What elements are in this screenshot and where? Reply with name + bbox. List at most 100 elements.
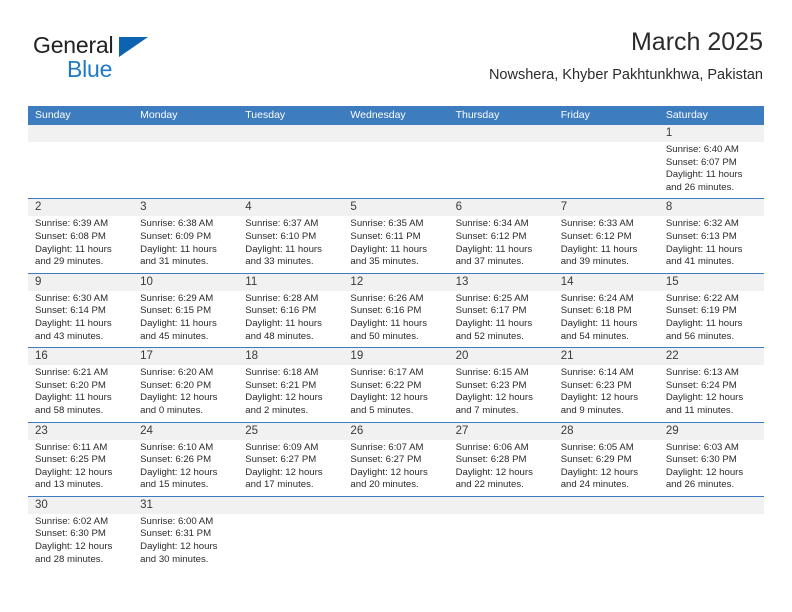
calendar-week-row: 16 17 18 19 20 21 22 Sunrise: 6:21 AM Su…	[28, 348, 764, 423]
day-cell[interactable]	[133, 142, 238, 198]
daylight-text-line2: and 29 minutes.	[35, 256, 104, 268]
sunrise-text: Sunrise: 6:37 AM	[245, 218, 319, 230]
day-cell[interactable]	[449, 514, 554, 574]
day-number: 28	[560, 424, 574, 437]
daylight-text-line1: Daylight: 11 hours	[140, 243, 217, 255]
day-cell[interactable]: Sunrise: 6:30 AM Sunset: 6:14 PM Dayligh…	[28, 291, 133, 347]
day-cell[interactable]: Sunrise: 6:09 AM Sunset: 6:27 PM Dayligh…	[238, 440, 343, 496]
daylight-text-line1: Daylight: 12 hours	[245, 466, 323, 478]
daylight-text-line2: and 50 minutes.	[350, 330, 419, 342]
day-cell[interactable]	[28, 142, 133, 198]
day-number: 8	[665, 201, 673, 214]
day-cell[interactable]: Sunrise: 6:15 AM Sunset: 6:23 PM Dayligh…	[449, 365, 554, 421]
day-cell[interactable]: Sunrise: 6:02 AM Sunset: 6:30 PM Dayligh…	[28, 514, 133, 574]
sunset-text: Sunset: 6:29 PM	[560, 454, 632, 466]
daylight-text-line1: Daylight: 11 hours	[245, 317, 322, 329]
sunset-text: Sunset: 6:26 PM	[140, 454, 212, 466]
day-cell[interactable]: Sunrise: 6:14 AM Sunset: 6:23 PM Dayligh…	[554, 365, 659, 421]
day-cell[interactable]: Sunrise: 6:26 AM Sunset: 6:16 PM Dayligh…	[343, 291, 448, 347]
day-cell[interactable]	[343, 514, 448, 574]
day-cell[interactable]: Sunrise: 6:32 AM Sunset: 6:13 PM Dayligh…	[659, 216, 764, 272]
daylight-text-line2: and 31 minutes.	[140, 256, 209, 268]
day-cell[interactable]: Sunrise: 6:25 AM Sunset: 6:17 PM Dayligh…	[449, 291, 554, 347]
sunset-text: Sunset: 6:14 PM	[35, 305, 106, 317]
sunrise-text: Sunrise: 6:25 AM	[455, 292, 529, 304]
logo-text-blue: Blue	[67, 56, 113, 82]
general-blue-logo: General Blue	[33, 32, 183, 94]
calendar-week-row: 2 3 4 5 6 7 8 Sunrise: 6:39 AM Sunset: 6…	[28, 199, 764, 274]
day-number: 12	[350, 275, 364, 288]
day-cell[interactable]	[554, 514, 659, 574]
day-number	[343, 125, 448, 142]
day-cell[interactable]: Sunrise: 6:29 AM Sunset: 6:15 PM Dayligh…	[133, 291, 238, 347]
daylight-text-line2: and 11 minutes.	[665, 404, 734, 416]
day-cell[interactable]: Sunrise: 6:17 AM Sunset: 6:22 PM Dayligh…	[343, 365, 448, 421]
day-cell[interactable]: Sunrise: 6:35 AM Sunset: 6:11 PM Dayligh…	[343, 216, 448, 272]
week-detail-band: Sunrise: 6:02 AM Sunset: 6:30 PM Dayligh…	[28, 514, 764, 574]
day-cell[interactable]: Sunrise: 6:21 AM Sunset: 6:20 PM Dayligh…	[28, 365, 133, 421]
day-cell[interactable]: Sunrise: 6:06 AM Sunset: 6:28 PM Dayligh…	[449, 440, 554, 496]
week-day-number-band: 16 17 18 19 20 21 22	[28, 348, 764, 366]
day-cell[interactable]	[554, 142, 659, 198]
day-cell[interactable]: Sunrise: 6:22 AM Sunset: 6:19 PM Dayligh…	[659, 291, 764, 347]
daylight-text-line1: Daylight: 11 hours	[665, 169, 743, 181]
sunset-text: Sunset: 6:22 PM	[350, 379, 422, 391]
weekday-header-friday: Friday	[560, 109, 590, 121]
sunrise-text: Sunrise: 6:32 AM	[665, 218, 739, 230]
daylight-text-line2: and 22 minutes.	[455, 479, 524, 491]
sunset-text: Sunset: 6:28 PM	[455, 454, 527, 466]
day-number: 10	[140, 275, 153, 288]
day-cell[interactable]: Sunrise: 6:34 AM Sunset: 6:12 PM Dayligh…	[449, 216, 554, 272]
day-cell[interactable]: Sunrise: 6:11 AM Sunset: 6:25 PM Dayligh…	[28, 440, 133, 496]
daylight-text-line1: Daylight: 11 hours	[140, 317, 217, 329]
day-cell[interactable]: Sunrise: 6:37 AM Sunset: 6:10 PM Dayligh…	[238, 216, 343, 272]
day-cell[interactable]: Sunrise: 6:33 AM Sunset: 6:12 PM Dayligh…	[554, 216, 659, 272]
daylight-text-line1: Daylight: 12 hours	[455, 466, 533, 478]
week-day-number-band: 9 10 11 12 13 14 15	[28, 273, 764, 291]
day-cell[interactable]	[659, 514, 764, 574]
day-number	[133, 125, 238, 142]
sunrise-text: Sunrise: 6:20 AM	[140, 367, 214, 379]
calendar-week-row: 30 31 Sunrise: 6:02 AM Sunset: 6:30 PM D…	[28, 496, 764, 574]
sunset-text: Sunset: 6:13 PM	[665, 230, 737, 242]
day-cell[interactable]	[343, 142, 448, 198]
daylight-text-line2: and 54 minutes.	[560, 330, 629, 342]
day-cell[interactable]: Sunrise: 6:38 AM Sunset: 6:09 PM Dayligh…	[133, 216, 238, 272]
day-number: 11	[245, 275, 258, 288]
sunrise-text: Sunrise: 6:35 AM	[350, 218, 424, 230]
day-number: 6	[455, 201, 462, 214]
daylight-text-line2: and 37 minutes.	[455, 256, 524, 268]
day-cell[interactable]: Sunrise: 6:05 AM Sunset: 6:29 PM Dayligh…	[554, 440, 659, 496]
day-number	[554, 125, 659, 142]
day-cell[interactable]: Sunrise: 6:03 AM Sunset: 6:30 PM Dayligh…	[659, 440, 764, 496]
day-number: 18	[245, 350, 259, 363]
day-number: 9	[35, 275, 42, 288]
weekday-header-wednesday: Wednesday	[350, 109, 406, 121]
sunset-text: Sunset: 6:20 PM	[140, 379, 212, 391]
daylight-text-line1: Daylight: 12 hours	[560, 466, 639, 478]
day-cell[interactable]	[238, 142, 343, 198]
day-cell[interactable]: Sunrise: 6:28 AM Sunset: 6:16 PM Dayligh…	[238, 291, 343, 347]
daylight-text-line2: and 43 minutes.	[35, 330, 104, 342]
day-cell[interactable]: Sunrise: 6:20 AM Sunset: 6:20 PM Dayligh…	[133, 365, 238, 421]
daylight-text-line1: Daylight: 11 hours	[245, 243, 322, 255]
day-cell[interactable]	[238, 514, 343, 574]
calendar-week-row: 1 Sunrise: 6:40 AM Sunset: 6:07 PM Dayli…	[28, 125, 764, 200]
day-cell[interactable]: Sunrise: 6:18 AM Sunset: 6:21 PM Dayligh…	[238, 365, 343, 421]
sunset-text: Sunset: 6:11 PM	[350, 230, 421, 242]
sunset-text: Sunset: 6:16 PM	[245, 305, 317, 317]
day-cell[interactable]: Sunrise: 6:13 AM Sunset: 6:24 PM Dayligh…	[659, 365, 764, 421]
daylight-text-line1: Daylight: 11 hours	[350, 243, 428, 255]
daylight-text-line1: Daylight: 11 hours	[350, 317, 428, 329]
day-cell[interactable]: Sunrise: 6:07 AM Sunset: 6:27 PM Dayligh…	[343, 440, 448, 496]
daylight-text-line1: Daylight: 12 hours	[560, 392, 639, 404]
day-number	[238, 125, 343, 142]
day-cell[interactable]: Sunrise: 6:24 AM Sunset: 6:18 PM Dayligh…	[554, 291, 659, 347]
sunrise-text: Sunrise: 6:17 AM	[350, 367, 424, 379]
day-cell[interactable]: Sunrise: 6:40 AM Sunset: 6:07 PM Dayligh…	[659, 142, 764, 198]
day-cell[interactable]	[449, 142, 554, 198]
day-cell[interactable]: Sunrise: 6:10 AM Sunset: 6:26 PM Dayligh…	[133, 440, 238, 496]
day-cell[interactable]: Sunrise: 6:39 AM Sunset: 6:08 PM Dayligh…	[28, 216, 133, 272]
day-cell[interactable]: Sunrise: 6:00 AM Sunset: 6:31 PM Dayligh…	[133, 514, 238, 574]
sunrise-text: Sunrise: 6:22 AM	[665, 292, 739, 304]
